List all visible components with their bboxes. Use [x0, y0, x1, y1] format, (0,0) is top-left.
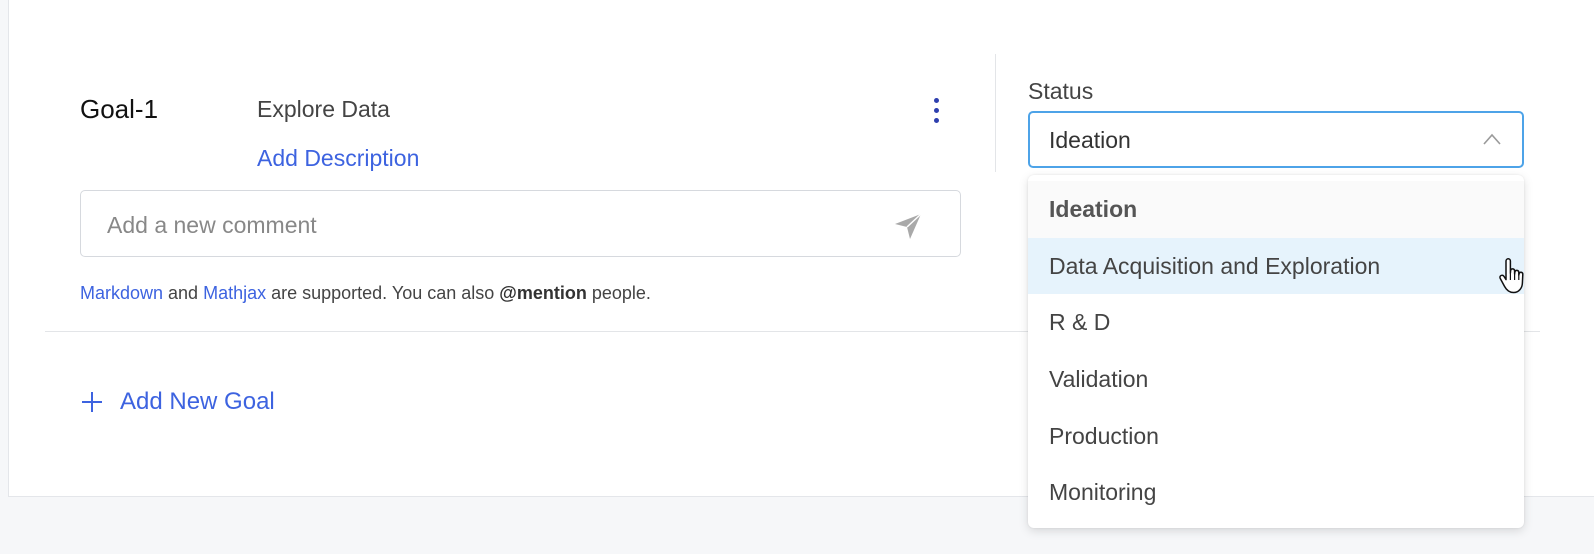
comment-input[interactable]	[105, 205, 869, 245]
mathjax-link[interactable]: Mathjax	[203, 283, 266, 303]
hint-mention: @mention	[499, 283, 587, 303]
add-new-goal-button[interactable]: Add New Goal	[80, 388, 275, 416]
goal-id: Goal-1	[80, 94, 159, 124]
status-select[interactable]: Ideation	[1028, 111, 1524, 168]
status-option-monitoring[interactable]: Monitoring	[1028, 464, 1524, 521]
chevron-up-icon	[1483, 133, 1501, 145]
comment-hint: Markdown and Mathjax are supported. You …	[80, 283, 651, 304]
hint-supported: are supported. You can also	[266, 283, 500, 303]
status-option-validation[interactable]: Validation	[1028, 351, 1524, 408]
hint-and: and	[163, 283, 204, 303]
goal-title[interactable]: Explore Data	[257, 96, 390, 123]
comment-box[interactable]	[80, 190, 961, 257]
plus-icon	[82, 392, 102, 412]
send-icon[interactable]	[892, 210, 924, 242]
status-dropdown-menu: Ideation Data Acquisition and Exploratio…	[1028, 175, 1524, 528]
status-option-ideation[interactable]: Ideation	[1028, 181, 1524, 238]
status-option-production[interactable]: Production	[1028, 408, 1524, 465]
add-new-goal-label: Add New Goal	[120, 388, 275, 415]
markdown-link[interactable]: Markdown	[80, 283, 163, 303]
status-selected-value: Ideation	[1049, 127, 1131, 153]
add-description-link[interactable]: Add Description	[257, 145, 419, 172]
vertical-divider	[995, 54, 996, 172]
hand-pointer-icon	[1499, 258, 1524, 294]
status-label: Status	[1028, 78, 1094, 104]
kebab-menu-icon[interactable]	[926, 98, 946, 130]
status-option-data-acquisition[interactable]: Data Acquisition and Exploration	[1028, 237, 1524, 295]
hint-people: people.	[586, 283, 651, 303]
status-option-r-and-d[interactable]: R & D	[1028, 294, 1524, 351]
